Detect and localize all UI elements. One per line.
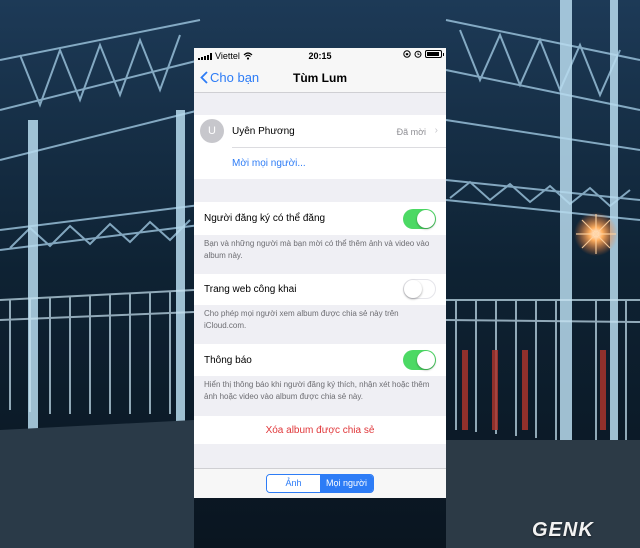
invite-status: Đã mời (396, 127, 426, 137)
public-website-hint: Cho phép mọi người xem album được chia s… (204, 309, 399, 330)
toggle-knob (404, 280, 422, 298)
chevron-left-icon (200, 71, 208, 84)
back-label: Cho bạn (210, 70, 260, 85)
subscribers-post-row: Người đăng ký có thể đăng (194, 202, 446, 235)
tab-photos[interactable]: Ảnh (267, 475, 320, 492)
segmented-control: Ảnh Mọi người (266, 474, 374, 493)
notifications-hint: Hiển thị thông báo khi người đăng ký thí… (204, 380, 430, 401)
genk-watermark: GENK (532, 519, 594, 541)
notifications-toggle[interactable] (403, 350, 436, 370)
toggle-knob (417, 210, 435, 228)
subscribers-post-hint: Bạn và những người mà bạn mời có thể thê… (204, 239, 430, 260)
participant-name[interactable]: Uyên Phương (232, 126, 295, 137)
navigation-bar: Cho bạn Tùm Lum (194, 65, 446, 93)
chevron-right-icon[interactable]: › (435, 125, 438, 136)
toggle-knob (417, 351, 435, 369)
participants-section: U Uyên Phương Đã mời › Mời mọi người... (194, 115, 446, 179)
rotation-lock-icon (403, 50, 411, 58)
status-bar: Viettel 20:15 (194, 48, 446, 65)
notifications-row: Thông báo (194, 344, 446, 376)
bottom-toolbar: Ảnh Mọi người (194, 468, 446, 498)
subscribers-post-label: Người đăng ký có thể đăng (204, 213, 326, 224)
battery-icon (425, 50, 444, 58)
back-button[interactable]: Cho bạn (200, 70, 259, 85)
divider (232, 147, 446, 148)
tab-people[interactable]: Mọi người (320, 475, 373, 492)
avatar: U (200, 119, 224, 143)
phone-screen: Viettel 20:15 Cho bạn Tùm Lum U Uyên Phư… (194, 48, 446, 498)
notifications-label: Thông báo (204, 355, 252, 366)
subscribers-post-toggle[interactable] (403, 209, 436, 229)
public-website-label: Trang web công khai (204, 284, 297, 295)
invite-people-link[interactable]: Mời mọi người... (232, 158, 306, 169)
public-website-toggle[interactable] (403, 279, 436, 299)
delete-album-button[interactable]: Xóa album được chia sẻ (194, 425, 446, 436)
public-website-row: Trang web công khai (194, 274, 446, 305)
delete-album-row[interactable]: Xóa album được chia sẻ (194, 416, 446, 444)
alarm-icon (414, 50, 422, 58)
status-right-group (403, 50, 444, 58)
